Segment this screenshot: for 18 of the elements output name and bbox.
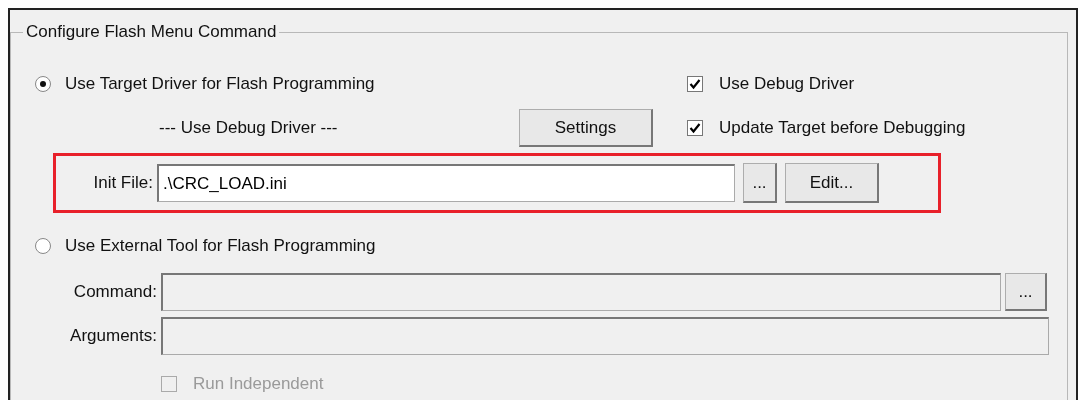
settings-button[interactable]: Settings (519, 109, 653, 147)
checkbox[interactable] (687, 120, 703, 136)
checkbox-label: Update Target before Debugging (719, 117, 966, 140)
radio-label: Use Target Driver for Flash Programming (65, 73, 375, 96)
field-label: Command: (72, 281, 158, 304)
radio-button[interactable] (35, 76, 51, 92)
checkbox-label: Run Independent (193, 373, 324, 395)
radio-label: Use External Tool for Flash Programming (65, 235, 376, 258)
init-file-field[interactable]: .\CRC_LOAD.ini (157, 164, 735, 202)
browse-button[interactable]: ... (743, 163, 777, 203)
checkbox[interactable] (687, 76, 703, 92)
field-label: Init File: (92, 172, 154, 195)
checkbox-label: Use Debug Driver (719, 73, 855, 96)
check-icon (689, 78, 701, 90)
edit-button[interactable]: Edit... (785, 163, 879, 203)
check-icon (689, 122, 701, 134)
field-label: Arguments: (69, 325, 158, 348)
driver-name: --- Use Debug Driver --- (159, 117, 339, 140)
